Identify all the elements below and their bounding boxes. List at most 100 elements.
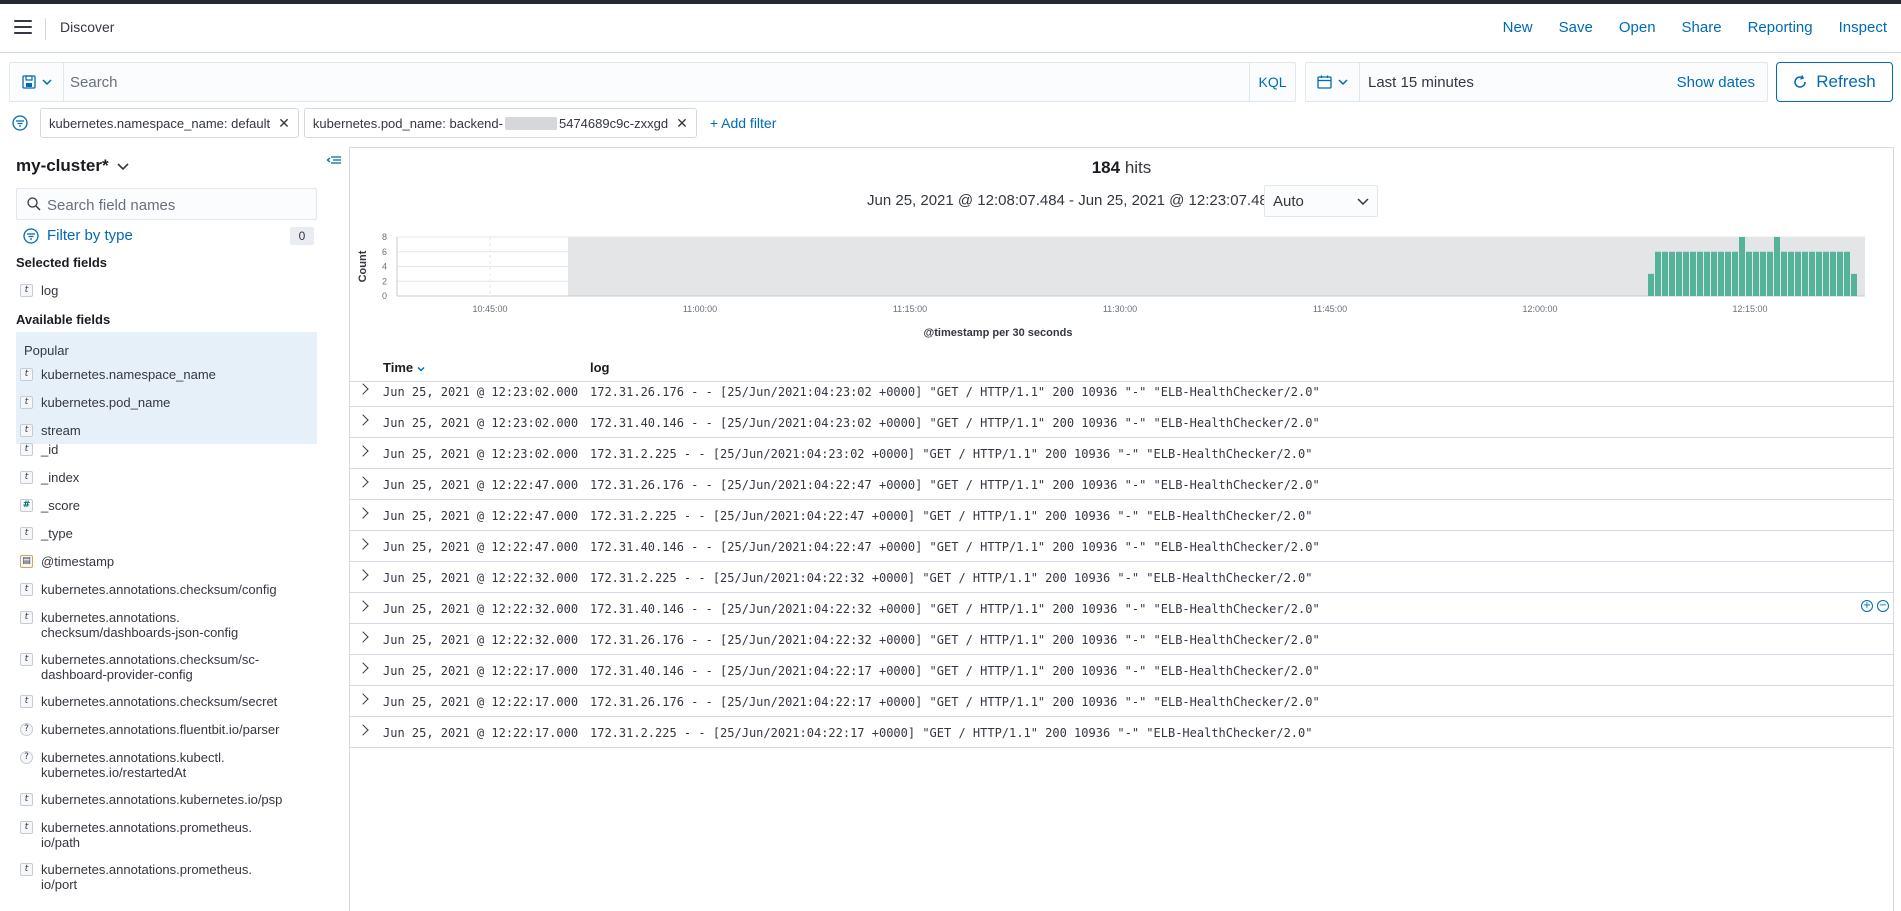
row-time: Jun 25, 2021 @ 12:23:02.000 <box>383 447 579 461</box>
expand-chevron-icon[interactable] <box>357 569 369 581</box>
table-row: Jun 25, 2021 @ 12:22:32.000 172.31.40.146… <box>350 593 1893 624</box>
save-link[interactable]: Save <box>1559 19 1593 36</box>
field-item[interactable]: ? kubernetes.annotations.fluentbit.io/par… <box>20 722 320 737</box>
field-item[interactable]: t kubernetes.annotations.prometheus. io/p… <box>20 820 320 850</box>
filter-for-icon[interactable]: + <box>1861 600 1873 612</box>
row-log: 172.31.40.146 - - [25/Jun/2021:04:22:17 … <box>590 664 1320 678</box>
filter-menu-icon[interactable] <box>12 115 28 131</box>
header-links: New Save Open Share Reporting Inspect <box>1503 19 1887 36</box>
expand-chevron-icon[interactable] <box>357 476 369 488</box>
field-item[interactable]: t kubernetes.annotations.kubernetes.io/ps… <box>20 792 320 807</box>
string-type-icon: t <box>20 863 33 876</box>
histogram-bar <box>1816 251 1822 296</box>
expand-chevron-icon[interactable] <box>357 507 369 519</box>
filter-pill-namespace[interactable]: kubernetes.namespace_name: default ✕ <box>40 108 299 138</box>
field-item[interactable]: t _id <box>20 442 320 457</box>
field-item[interactable]: # _score <box>20 498 320 513</box>
string-type-icon: t <box>20 443 33 456</box>
x-tick-label: 11:45:00 <box>1313 304 1347 314</box>
field-item[interactable]: ▤ @timestamp <box>20 554 320 569</box>
index-pattern-selector[interactable]: my-cluster* <box>16 156 129 176</box>
unknown-type-icon: ? <box>20 723 33 736</box>
chevron-down-icon <box>1357 197 1369 205</box>
field-item-stream[interactable]: t stream <box>20 423 320 438</box>
calendar-icon <box>1317 75 1332 89</box>
row-actions: + − <box>1861 600 1889 612</box>
filter-by-type-button[interactable]: Filter by type <box>23 227 133 244</box>
table-row: Jun 25, 2021 @ 12:23:02.000 172.31.2.225 … <box>350 438 1893 469</box>
row-time: Jun 25, 2021 @ 12:22:17.000 <box>383 726 579 740</box>
expand-chevron-icon[interactable] <box>357 724 369 736</box>
field-item-log[interactable]: t log <box>20 283 320 298</box>
field-name: kubernetes.pod_name <box>41 395 171 410</box>
field-search-input[interactable] <box>47 195 307 215</box>
close-icon[interactable]: ✕ <box>278 115 290 132</box>
expand-chevron-icon[interactable] <box>357 600 369 612</box>
header-divider <box>45 18 46 40</box>
y-axis-label: Count <box>357 250 369 282</box>
close-icon[interactable]: ✕ <box>676 115 688 132</box>
filter-icon <box>23 227 39 244</box>
log-column-header[interactable]: log <box>590 360 610 375</box>
histogram-bar <box>1746 251 1752 296</box>
row-time: Jun 25, 2021 @ 12:22:32.000 <box>383 633 579 647</box>
expand-chevron-icon[interactable] <box>357 383 369 395</box>
filter-pill-pod[interactable]: kubernetes.pod_name: backend- 5474689c9c… <box>303 108 697 138</box>
field-item[interactable]: t _index <box>20 470 320 485</box>
field-item[interactable]: t kubernetes.annotations.checksum/sc- das… <box>20 652 320 682</box>
row-time: Jun 25, 2021 @ 12:22:32.000 <box>383 602 579 616</box>
saved-query-button[interactable] <box>10 63 64 101</box>
search-input[interactable] <box>70 71 1230 93</box>
expand-chevron-icon[interactable] <box>357 662 369 674</box>
collapse-sidebar-icon[interactable] <box>326 152 342 168</box>
add-filter-button[interactable]: + Add filter <box>710 115 777 131</box>
row-time: Jun 25, 2021 @ 12:23:02.000 <box>383 416 579 430</box>
inspect-link[interactable]: Inspect <box>1839 19 1887 36</box>
histogram-bar <box>1704 251 1710 296</box>
field-item[interactable]: t kubernetes.annotations.checksum/config <box>20 582 320 597</box>
field-item[interactable]: t kubernetes.annotations. checksum/dashbo… <box>20 610 320 640</box>
expand-chevron-icon[interactable] <box>357 445 369 457</box>
field-item[interactable]: t kubernetes.annotations.checksum/secret <box>20 694 320 709</box>
table-row: Jun 25, 2021 @ 12:22:47.000 172.31.40.146… <box>350 531 1893 562</box>
reporting-link[interactable]: Reporting <box>1748 19 1813 36</box>
histogram-bar <box>1795 251 1801 296</box>
field-item[interactable]: t _type <box>20 526 320 541</box>
refresh-button[interactable]: Refresh <box>1776 62 1893 102</box>
field-item[interactable]: ? kubernetes.annotations.kubectl. kuberne… <box>20 750 320 780</box>
expand-chevron-icon[interactable] <box>357 414 369 426</box>
query-bar: KQL <box>9 62 1296 102</box>
share-link[interactable]: Share <box>1682 19 1722 36</box>
filter-out-icon[interactable]: − <box>1877 600 1889 612</box>
hits-number: 184 <box>1091 158 1121 177</box>
histogram-bar <box>1697 251 1703 296</box>
field-item[interactable]: t kubernetes.annotations.prometheus. io/p… <box>20 862 320 892</box>
string-type-icon: t <box>20 611 33 624</box>
menu-icon[interactable] <box>14 20 32 34</box>
x-tick-label: 11:30:00 <box>1103 304 1137 314</box>
x-axis-label: @timestamp per 30 seconds <box>924 327 1073 339</box>
quick-select-button[interactable] <box>1306 63 1360 101</box>
row-time: Jun 25, 2021 @ 12:22:47.000 <box>383 509 579 523</box>
interval-select[interactable]: Auto <box>1264 185 1378 217</box>
field-item-pod-name[interactable]: t kubernetes.pod_name <box>20 395 320 410</box>
expand-chevron-icon[interactable] <box>357 538 369 550</box>
new-link[interactable]: New <box>1503 19 1533 36</box>
expand-chevron-icon[interactable] <box>357 631 369 643</box>
time-column-header[interactable]: Time <box>383 360 425 375</box>
histogram-bar <box>1844 251 1850 296</box>
histogram-bar <box>1851 273 1857 296</box>
row-log: 172.31.2.225 - - [25/Jun/2021:04:22:17 +… <box>590 726 1313 740</box>
hits-label: hits <box>1124 158 1152 177</box>
expand-chevron-icon[interactable] <box>357 693 369 705</box>
table-row: Jun 25, 2021 @ 12:22:32.000 172.31.2.225 … <box>350 562 1893 593</box>
field-item-namespace[interactable]: t kubernetes.namespace_name <box>20 367 320 382</box>
field-name: kubernetes.annotations.checksum/secret <box>41 694 278 709</box>
date-range-label[interactable]: Last 15 minutes <box>1368 74 1474 91</box>
table-row: Jun 25, 2021 @ 12:22:47.000 172.31.26.176… <box>350 469 1893 500</box>
show-dates-link[interactable]: Show dates <box>1677 74 1755 91</box>
open-link[interactable]: Open <box>1619 19 1656 36</box>
string-type-icon: t <box>20 821 33 834</box>
histogram-bar <box>1823 251 1829 296</box>
kql-button[interactable]: KQL <box>1249 63 1295 101</box>
